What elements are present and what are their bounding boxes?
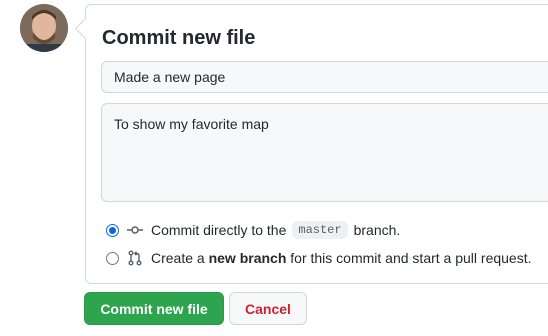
cancel-button[interactable]: Cancel: [229, 292, 307, 325]
new-branch-text-before: Create a: [151, 250, 205, 266]
commit-directly-text-before: Commit directly to the: [151, 222, 287, 238]
new-branch-radio[interactable]: [106, 251, 119, 265]
commit-directly-radio[interactable]: [106, 223, 119, 237]
commit-summary-input[interactable]: [101, 61, 548, 93]
branch-name: master: [292, 221, 348, 239]
commit-title: Commit new file: [102, 27, 256, 49]
new-branch-text-after: for this commit and start a pull request…: [290, 250, 532, 266]
new-branch-bold: new branch: [208, 250, 287, 266]
commit-new-file-button[interactable]: Commit new file: [84, 292, 224, 325]
commit-directly-text-after: branch.: [353, 222, 401, 238]
commit-description-input[interactable]: To show my favorite map: [101, 103, 548, 202]
git-commit-icon: [127, 222, 143, 238]
avatar: [20, 4, 68, 52]
new-branch-option[interactable]: Create a new branch for this commit and …: [106, 250, 532, 266]
git-pull-request-icon: [127, 250, 143, 266]
commit-form: Commit new file To show my favorite map …: [85, 4, 548, 284]
commit-directly-option[interactable]: Commit directly to the master branch.: [106, 221, 400, 239]
